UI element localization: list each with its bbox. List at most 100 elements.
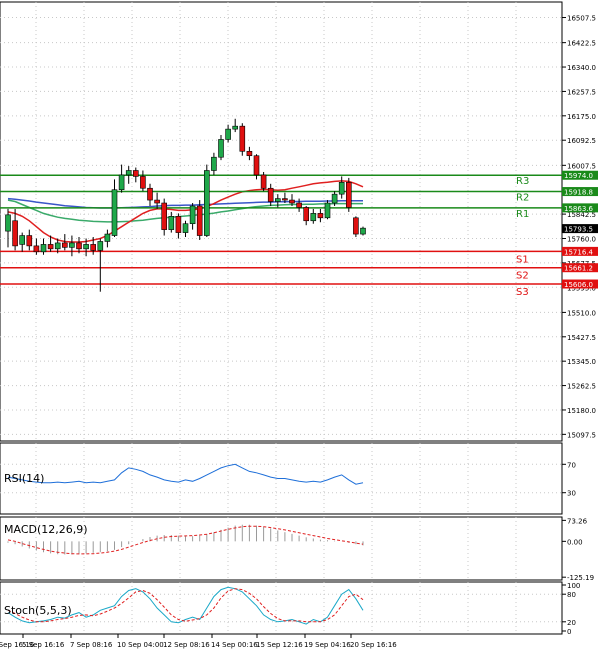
candle-body — [189, 205, 196, 225]
candle-body — [267, 187, 274, 202]
candle-body — [345, 182, 352, 208]
candle-body — [282, 198, 288, 201]
candle-body — [97, 241, 104, 251]
candle-body — [168, 216, 175, 230]
candle-body — [232, 125, 238, 130]
y-tick-label: 15180.0 — [567, 407, 596, 415]
candle-body — [211, 156, 217, 171]
level-name-s1: S1 — [516, 254, 529, 265]
level-price-label: 15606.0 — [564, 281, 593, 289]
x-tick-label: 20 Sep 16:16 — [350, 641, 397, 649]
x-tick-label: 19 Sep 04:16 — [304, 641, 351, 649]
macd-tick-label: -125.19 — [567, 574, 594, 582]
candle-body — [338, 182, 345, 195]
candle-body — [353, 217, 359, 235]
chart-svg: 16507.5 16422.5 16340.0 16257.5 16175.0 16092… — [0, 1, 598, 649]
rsi-tick-label: 70 — [567, 461, 576, 469]
stoch-tick-label: 80 — [567, 591, 576, 599]
candle-body — [225, 128, 231, 140]
level-name-r1: R1 — [516, 209, 529, 220]
level-price-label: 15863.6 — [564, 205, 593, 213]
candle-body — [324, 202, 331, 219]
x-tick-label: 7 Sep 08:16 — [70, 641, 113, 649]
candle-body — [69, 242, 75, 248]
x-tick-label: 15 Sep 12:16 — [256, 641, 303, 649]
x-tick-label: 12 Sep 08:16 — [163, 641, 210, 649]
candle-body — [111, 189, 118, 236]
y-tick-label: 15760.0 — [567, 235, 596, 243]
candle-body — [140, 176, 146, 189]
y-tick-label: 16422.5 — [567, 40, 596, 48]
candle-body — [5, 214, 11, 232]
candle-body — [125, 170, 132, 176]
y-tick-label: 15097.5 — [567, 431, 596, 439]
candle-body — [90, 244, 96, 251]
candle-body — [133, 170, 139, 177]
level-name-r2: R2 — [516, 193, 529, 204]
candle-body — [196, 205, 203, 236]
candle-body — [12, 220, 18, 247]
candle-body — [40, 244, 47, 253]
level-price-label: 15974.0 — [564, 172, 593, 180]
candle-body — [182, 223, 189, 233]
trading-chart: 16507.5 16422.5 16340.0 16257.5 16175.0 16092… — [0, 0, 600, 653]
level-name-s2: S2 — [516, 271, 529, 282]
macd-label: MACD(12,26,9) — [4, 523, 88, 536]
candle-body — [253, 155, 260, 176]
y-tick-label: 16340.0 — [567, 64, 596, 72]
stoch-tick-label: 0 — [567, 628, 571, 636]
candle-body — [360, 227, 366, 235]
level-name-s3: S3 — [516, 287, 529, 298]
candle-body — [274, 198, 281, 202]
level-price-label: 15918.8 — [564, 189, 593, 197]
level-price-label: 15661.2 — [564, 265, 593, 273]
candle-body — [218, 139, 224, 158]
x-tick-label: 14 Sep 00:16 — [211, 641, 258, 649]
candle-body — [331, 193, 338, 204]
candle-body — [239, 125, 246, 152]
candle-body — [161, 202, 167, 230]
candle-body — [204, 170, 210, 236]
x-tick-label: 5 Sep 16:16 — [22, 641, 65, 649]
y-tick-label: 16507.5 — [567, 15, 596, 23]
candle-body — [289, 199, 295, 204]
candle-body — [317, 213, 324, 219]
candle-body — [47, 244, 54, 250]
y-tick-label: 15345.0 — [567, 358, 596, 366]
y-tick-label: 16092.5 — [567, 137, 596, 145]
candle-body — [260, 174, 267, 189]
candle-body — [19, 235, 26, 245]
candle-body — [154, 199, 160, 204]
y-tick-label: 15262.5 — [567, 383, 596, 391]
candle-body — [118, 174, 125, 191]
candle-body — [26, 235, 33, 247]
y-tick-label: 16257.5 — [567, 88, 596, 96]
stoch-label: Stoch(5,5,3) — [4, 604, 72, 617]
y-tick-label: 16175.0 — [567, 113, 596, 121]
macd-tick-label: 73.26 — [567, 517, 588, 525]
y-tick-label: 15510.0 — [567, 309, 596, 317]
x-tick-label: 10 Sep 04:00 — [117, 641, 164, 649]
current-price-label: 15793.5 — [564, 226, 593, 234]
candle-body — [303, 207, 310, 222]
candle-body — [76, 242, 82, 250]
y-tick-label: 15427.5 — [567, 334, 596, 342]
candle-body — [61, 242, 68, 248]
panel-frame-1 — [0, 1, 563, 442]
stoch-tick-label: 20 — [567, 619, 576, 627]
y-tick-label: 16007.5 — [567, 162, 596, 170]
candle-body — [33, 245, 40, 253]
rsi-label: RSI(14) — [4, 472, 44, 485]
level-name-r3: R3 — [516, 176, 529, 187]
candle-body — [54, 242, 61, 250]
rsi-tick-label: 30 — [567, 490, 576, 498]
candle-body — [104, 233, 111, 242]
candle-body — [296, 202, 302, 208]
candle-body — [175, 216, 182, 233]
candle-body — [246, 150, 253, 157]
candle-body — [147, 187, 153, 201]
stoch-tick-label: 100 — [567, 582, 580, 590]
candle-body — [83, 244, 89, 250]
candle-body — [310, 213, 317, 222]
macd-tick-label: 0.00 — [567, 538, 583, 546]
